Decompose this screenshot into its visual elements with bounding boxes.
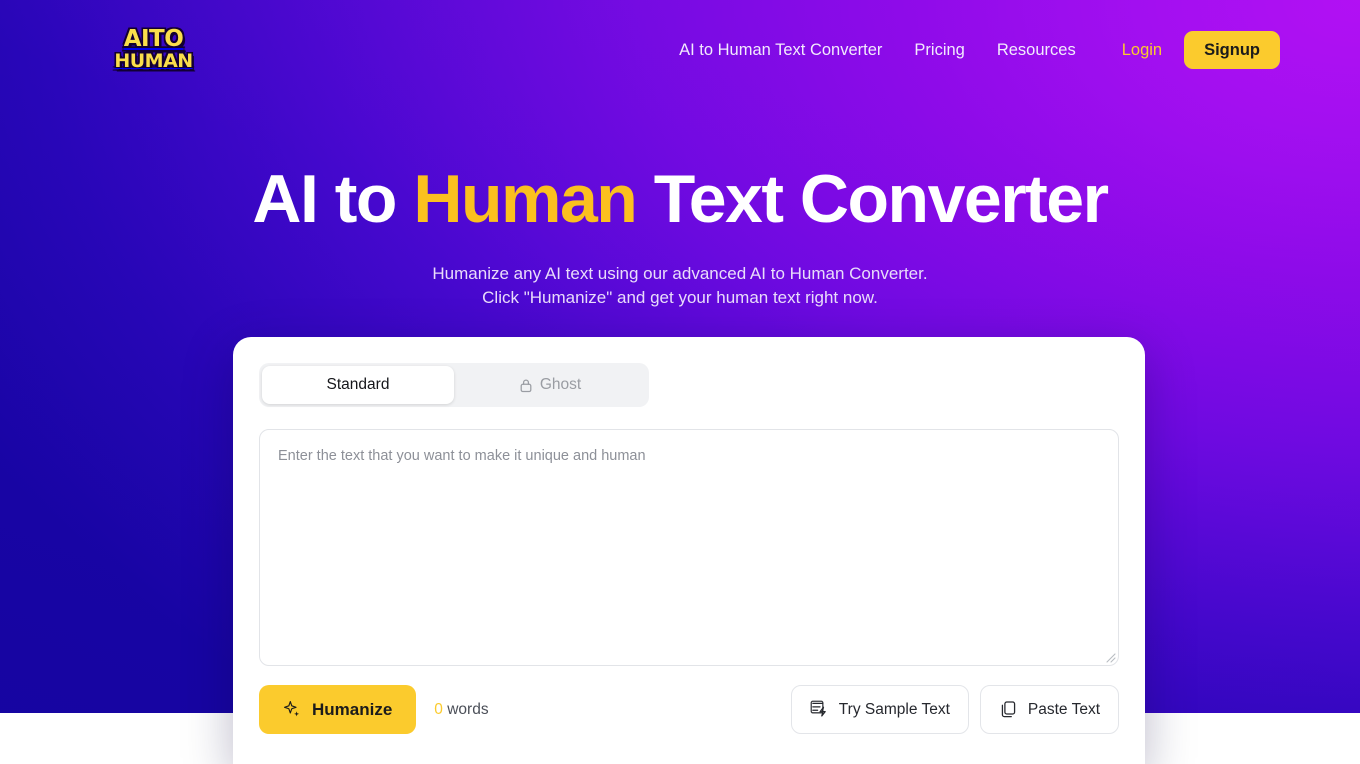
signup-button[interactable]: Signup — [1184, 30, 1280, 70]
hero-subtitle-line1: Humanize any AI text using our advanced … — [432, 264, 928, 284]
site-header: AITO HUMAN AI to Human Text Converter Pr… — [0, 0, 1360, 100]
word-count-number: 0 — [434, 700, 443, 718]
action-bar: Humanize 0 words Try Sample Text Paste T… — [259, 685, 1119, 734]
try-sample-text-label: Try Sample Text — [838, 700, 950, 718]
text-input[interactable] — [259, 429, 1119, 666]
page-root: AITO HUMAN AI to Human Text Converter Pr… — [0, 0, 1360, 764]
main-navigation: AI to Human Text Converter Pricing Resou… — [663, 0, 1280, 100]
hero-section: AI to Human Text Converter Humanize any … — [0, 160, 1360, 310]
editor-container — [259, 429, 1119, 666]
tab-ghost[interactable]: Ghost — [454, 366, 646, 404]
page-title-part2: Text Converter — [636, 161, 1109, 237]
page-title: AI to Human Text Converter — [0, 160, 1360, 238]
try-sample-text-button[interactable]: Try Sample Text — [790, 685, 969, 734]
copy-paste-icon — [999, 700, 1018, 719]
sparkle-icon — [283, 700, 302, 719]
hero-subtitle-line2: Click "Humanize" and get your human text… — [482, 288, 878, 308]
login-link[interactable]: Login — [1092, 42, 1184, 59]
lock-icon — [519, 378, 533, 393]
logo-text-top: AITO — [123, 25, 184, 52]
nav-item-pricing[interactable]: Pricing — [898, 42, 980, 59]
nav-item-resources[interactable]: Resources — [981, 42, 1092, 59]
mode-tabs: Standard Ghost — [259, 363, 649, 407]
humanize-button[interactable]: Humanize — [259, 685, 417, 734]
logo-text-bottom: HUMAN — [114, 49, 193, 72]
word-count-label: words — [447, 700, 489, 718]
paste-text-label: Paste Text — [1027, 700, 1100, 718]
tab-standard-label: Standard — [326, 376, 390, 393]
hero-subtitle: Humanize any AI text using our advanced … — [0, 262, 1360, 310]
tab-standard[interactable]: Standard — [262, 366, 454, 404]
page-title-accent: Human — [413, 161, 637, 237]
nav-item-converter[interactable]: AI to Human Text Converter — [663, 42, 898, 59]
page-title-part1: AI to — [252, 161, 414, 237]
brand-logo[interactable]: AITO HUMAN — [114, 25, 193, 73]
converter-card: Standard Ghost Enter the text that you w… — [233, 337, 1145, 764]
word-count: 0 words — [434, 701, 488, 719]
humanize-button-label: Humanize — [312, 699, 393, 719]
tab-ghost-label: Ghost — [539, 376, 582, 393]
paste-text-button[interactable]: Paste Text — [979, 685, 1119, 734]
sample-text-icon — [810, 700, 829, 719]
